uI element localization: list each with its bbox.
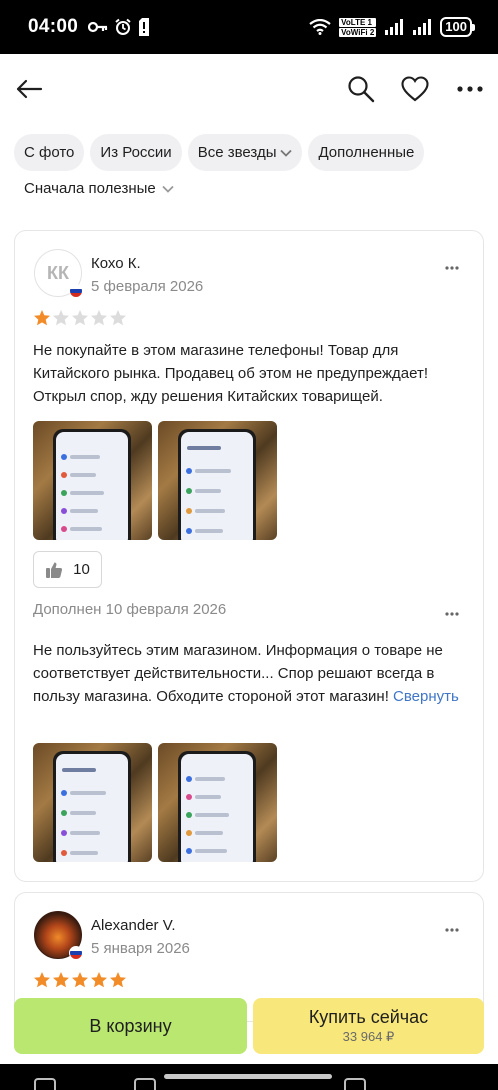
signal-icon-1 xyxy=(385,19,404,35)
star-icon xyxy=(34,972,50,988)
like-button[interactable]: 10 xyxy=(33,551,102,588)
review-photo[interactable] xyxy=(33,743,152,862)
avatar xyxy=(34,911,83,960)
avatar: КК xyxy=(34,249,83,298)
rating-stars xyxy=(33,309,127,327)
more-menu-button[interactable] xyxy=(453,72,487,106)
filter-chip-with-photo[interactable]: С фото xyxy=(14,134,85,171)
russia-flag-icon xyxy=(69,284,83,298)
home-icon[interactable] xyxy=(34,1078,56,1090)
buy-now-button[interactable]: Купить сейчас 33 964 ₽ xyxy=(253,998,484,1054)
review-photo[interactable] xyxy=(158,743,277,862)
collapse-link[interactable]: Свернуть xyxy=(393,688,459,705)
add-to-cart-label: В корзину xyxy=(89,1015,172,1036)
review-more-button[interactable] xyxy=(445,257,459,275)
addon-text-block: Не пользуйтесь этим магазином. Информаци… xyxy=(33,639,465,708)
review-photo[interactable] xyxy=(158,421,277,540)
review-photos xyxy=(33,421,277,540)
wifi-icon xyxy=(309,19,331,35)
filter-chip-supplemented[interactable]: Дополненные xyxy=(308,134,425,171)
sort-dropdown[interactable]: Сначала полезные xyxy=(24,180,174,197)
filter-chip-from-russia[interactable]: Из России xyxy=(90,134,182,171)
signal-icon-2 xyxy=(413,19,432,35)
star-icon xyxy=(110,972,126,988)
more-horizontal-icon xyxy=(445,928,459,932)
addon-date: Дополнен 10 февраля 2026 xyxy=(33,601,227,618)
star-icon xyxy=(53,310,69,326)
review-more-button[interactable] xyxy=(445,919,459,937)
rating-stars xyxy=(33,971,127,989)
search-button[interactable] xyxy=(344,72,378,106)
sort-label: Сначала полезные xyxy=(24,180,156,197)
recents-icon[interactable] xyxy=(134,1078,156,1090)
addon-more-button[interactable] xyxy=(445,603,459,621)
filter-chips: С фото Из России Все звезды Дополненные xyxy=(14,134,484,171)
review-date: 5 февраля 2026 xyxy=(91,278,204,295)
purchase-actions: В корзину Купить сейчас 33 964 ₽ xyxy=(14,998,484,1056)
battery-indicator: 100 xyxy=(440,17,475,37)
status-time: 04:00 xyxy=(28,16,79,37)
russia-flag-icon xyxy=(69,946,83,960)
top-navigation xyxy=(0,54,498,124)
volte-indicator: VoLTE 1 VoWiFi 2 xyxy=(339,17,377,37)
status-bar: 04:00 VoLTE 1 VoWiFi 2 100 xyxy=(0,0,498,54)
filter-chip-all-stars[interactable]: Все звезды xyxy=(187,134,303,171)
like-count: 10 xyxy=(73,561,90,578)
gesture-handle[interactable] xyxy=(164,1074,332,1079)
chevron-down-icon xyxy=(162,185,174,193)
star-icon xyxy=(91,310,107,326)
buy-now-label: Купить сейчас xyxy=(308,1007,429,1027)
star-icon xyxy=(72,310,88,326)
review-author: Кохо К. xyxy=(91,255,141,272)
review-card: КК Кохо К. 5 февраля 2026 Не покупайте в… xyxy=(14,230,484,882)
heart-icon xyxy=(401,76,429,102)
review-author: Alexander V. xyxy=(91,917,176,934)
search-icon xyxy=(348,76,375,103)
review-text: Не покупайте в этом магазине телефоны! Т… xyxy=(33,342,428,405)
arrow-left-icon xyxy=(16,79,43,99)
star-icon xyxy=(72,972,88,988)
addon-photos xyxy=(33,743,277,862)
more-horizontal-icon xyxy=(445,612,459,616)
thumbs-up-icon xyxy=(46,562,63,578)
star-icon xyxy=(110,310,126,326)
more-horizontal-icon xyxy=(457,86,483,92)
system-navigation-bar xyxy=(0,1064,498,1090)
star-icon xyxy=(34,310,50,326)
alarm-icon xyxy=(115,18,131,35)
add-to-cart-button[interactable]: В корзину xyxy=(14,998,247,1054)
review-photo[interactable] xyxy=(33,421,152,540)
star-icon xyxy=(53,972,69,988)
buy-now-price: 33 964 ₽ xyxy=(342,1029,395,1044)
review-date: 5 января 2026 xyxy=(91,940,190,957)
sim-alert-icon xyxy=(139,18,150,36)
addon-text: Не пользуйтесь этим магазином. Информаци… xyxy=(33,642,443,705)
app-icon[interactable] xyxy=(344,1078,366,1090)
back-button[interactable] xyxy=(12,72,46,106)
key-icon xyxy=(88,21,108,33)
more-horizontal-icon xyxy=(445,266,459,270)
chevron-down-icon xyxy=(280,149,293,157)
star-icon xyxy=(91,972,107,988)
favorite-button[interactable] xyxy=(398,72,432,106)
